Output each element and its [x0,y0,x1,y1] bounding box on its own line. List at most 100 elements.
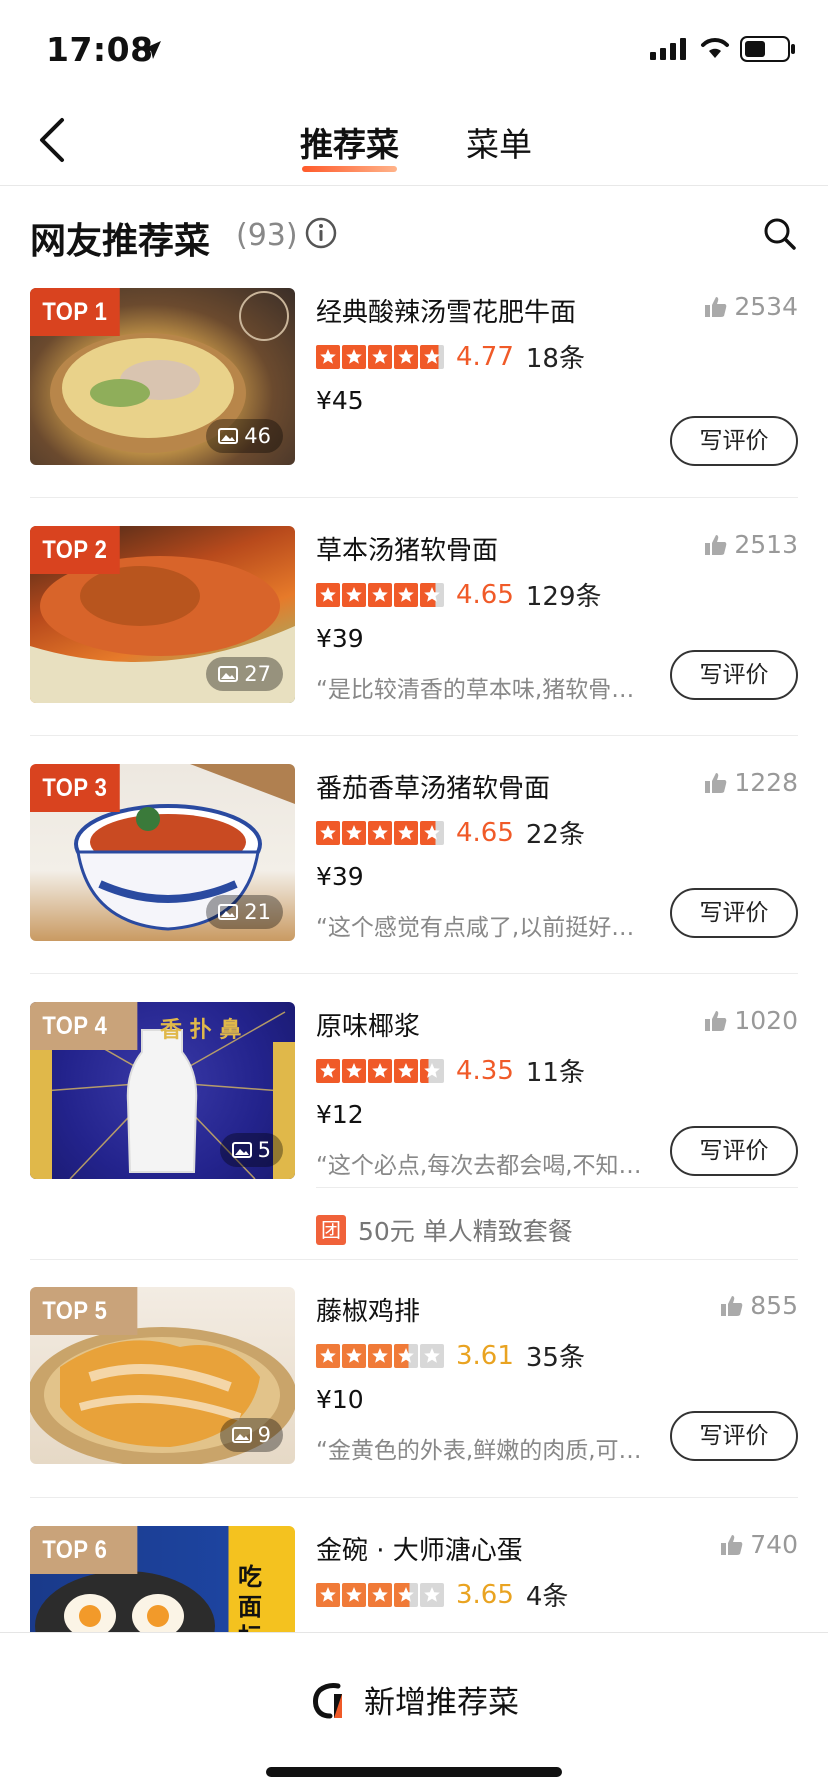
star-icon [420,820,444,845]
star-icon [368,344,392,369]
dish-name[interactable]: 藤椒鸡排 [316,1291,420,1328]
star-icon [394,820,418,845]
photo-icon [218,904,239,920]
write-review-button[interactable]: 写评价 [670,1411,798,1461]
tab-menu[interactable]: 菜单 [466,118,532,166]
dish-thumbnail[interactable]: TOP 4 香 扑 鼻 5 [30,1002,295,1179]
rank-badge: TOP 2 [30,526,120,574]
tab-active-underline [302,166,397,172]
dish-name[interactable]: 原味椰浆 [316,1006,420,1043]
dish-thumbnail[interactable]: TOP 3 21 [30,764,295,941]
likes[interactable]: 2513 [704,530,798,559]
review-snippet[interactable]: “是比较清香的草本味,猪软骨也… [316,670,656,704]
tab-recommended[interactable]: 推荐菜 [300,118,399,172]
image-count[interactable]: 27 [206,657,283,691]
dish-name[interactable]: 番茄香草汤猪软骨面 [316,768,550,805]
dish-price: ¥10 [316,1385,364,1414]
info-icon[interactable] [304,216,338,254]
likes-count: 2534 [734,292,798,321]
rating-score: 4.65 [456,579,514,610]
write-review-button[interactable]: 写评价 [670,416,798,466]
add-recommended-dish-label: 新增推荐菜 [364,1685,519,1721]
image-count-value: 46 [244,424,271,448]
thumbs-up-icon [705,772,727,793]
star-icon [342,820,366,845]
dish-thumbnail[interactable]: TOP 2 27 [30,526,295,703]
review-count[interactable]: 11条 [526,1052,585,1089]
dish-price: ¥39 [316,862,364,891]
add-recommended-dish-button[interactable]: 新增推荐菜 [308,1677,519,1722]
location-arrow-icon [140,38,164,66]
rating-row: 4.35 11条 [316,1052,585,1089]
likes[interactable]: 2534 [704,292,798,321]
review-snippet[interactable]: “这个必点,每次去都会喝,不知道… [316,1146,656,1180]
star-rating [316,344,444,369]
dish-card[interactable]: TOP 5 9 藤椒鸡排 855 3.61 35条 ¥10 “金黄色的外表,鲜嫩… [30,1275,798,1495]
group-deal[interactable]: 团 50元 单人精致套餐 [316,1212,573,1248]
bottom-bar: 新增推荐菜 [0,1632,828,1792]
divider [30,973,798,974]
dish-card[interactable]: TOP 4 香 扑 鼻 5 原味椰浆 1020 4.35 11条 ¥12 “这个… [30,990,798,1210]
write-review-button[interactable]: 写评价 [670,650,798,700]
dish-name[interactable]: 草本汤猪软骨面 [316,530,498,567]
review-snippet[interactable]: “这个感觉有点咸了,以前挺好吃… [316,908,656,942]
search-icon[interactable] [762,216,798,256]
dish-price: ¥45 [316,386,364,415]
likes-count: 1020 [734,1006,798,1035]
star-icon [394,1582,418,1607]
star-icon [342,1582,366,1607]
likes[interactable]: 1228 [704,768,798,797]
star-icon [394,344,418,369]
dish-thumbnail[interactable]: TOP 5 9 [30,1287,295,1464]
star-icon [368,1343,392,1368]
likes-count: 855 [750,1291,798,1320]
star-rating [316,1058,444,1083]
review-count[interactable]: 129条 [526,576,602,613]
likes[interactable]: 740 [720,1530,798,1559]
image-count[interactable]: 46 [206,419,283,453]
photo-icon [218,666,239,682]
section-count: (93) [236,218,298,253]
dish-thumbnail[interactable]: TOP 1 46 [30,288,295,465]
review-snippet[interactable]: “金黄色的外表,鲜嫩的肉质,可以… [316,1431,656,1465]
review-count[interactable]: 35条 [526,1337,585,1374]
dish-name[interactable]: 经典酸辣汤雪花肥牛面 [316,292,576,329]
image-count-value: 9 [257,1423,271,1447]
image-count[interactable]: 5 [219,1133,283,1167]
back-icon[interactable] [36,116,68,168]
image-count[interactable]: 21 [206,895,283,929]
star-icon [316,820,340,845]
likes-count: 740 [750,1530,798,1559]
likes[interactable]: 1020 [704,1006,798,1035]
image-count-value: 27 [244,662,271,686]
write-review-button[interactable]: 写评价 [670,1126,798,1176]
dish-card[interactable]: TOP 1 46 经典酸辣汤雪花肥牛面 2534 4.77 18条 ¥45 写评… [30,276,798,496]
dish-name[interactable]: 金碗 · 大师溏心蛋 [316,1530,523,1567]
battery-icon [740,36,796,66]
dish-card[interactable]: TOP 2 27 草本汤猪软骨面 2513 4.65 129条 ¥39 “是比较… [30,514,798,734]
star-icon [420,1058,444,1083]
nav-header: 推荐菜 菜单 [0,92,828,186]
review-count[interactable]: 4条 [526,1576,569,1613]
home-indicator[interactable] [266,1767,562,1777]
review-count[interactable]: 18条 [526,338,585,375]
rating-score: 3.61 [456,1340,514,1371]
star-icon [316,582,340,607]
star-icon [420,344,444,369]
image-count-value: 21 [244,900,271,924]
rating-row: 3.61 35条 [316,1337,585,1374]
status-bar: 17:08 [0,0,828,92]
write-review-button[interactable]: 写评价 [670,888,798,938]
dish-card[interactable]: TOP 3 21 番茄香草汤猪软骨面 1228 4.65 22条 ¥39 “这个… [30,752,798,972]
image-count[interactable]: 9 [219,1418,283,1452]
likes[interactable]: 855 [720,1291,798,1320]
thumbs-up-icon [705,534,727,555]
star-icon [342,1343,366,1368]
star-icon [316,1582,340,1607]
star-icon [420,1582,444,1607]
review-count[interactable]: 22条 [526,814,585,851]
rank-badge: TOP 5 [30,1287,138,1335]
tab-recommended-label: 推荐菜 [300,125,399,164]
rank-badge: TOP 6 [30,1526,138,1574]
star-icon [342,1058,366,1083]
